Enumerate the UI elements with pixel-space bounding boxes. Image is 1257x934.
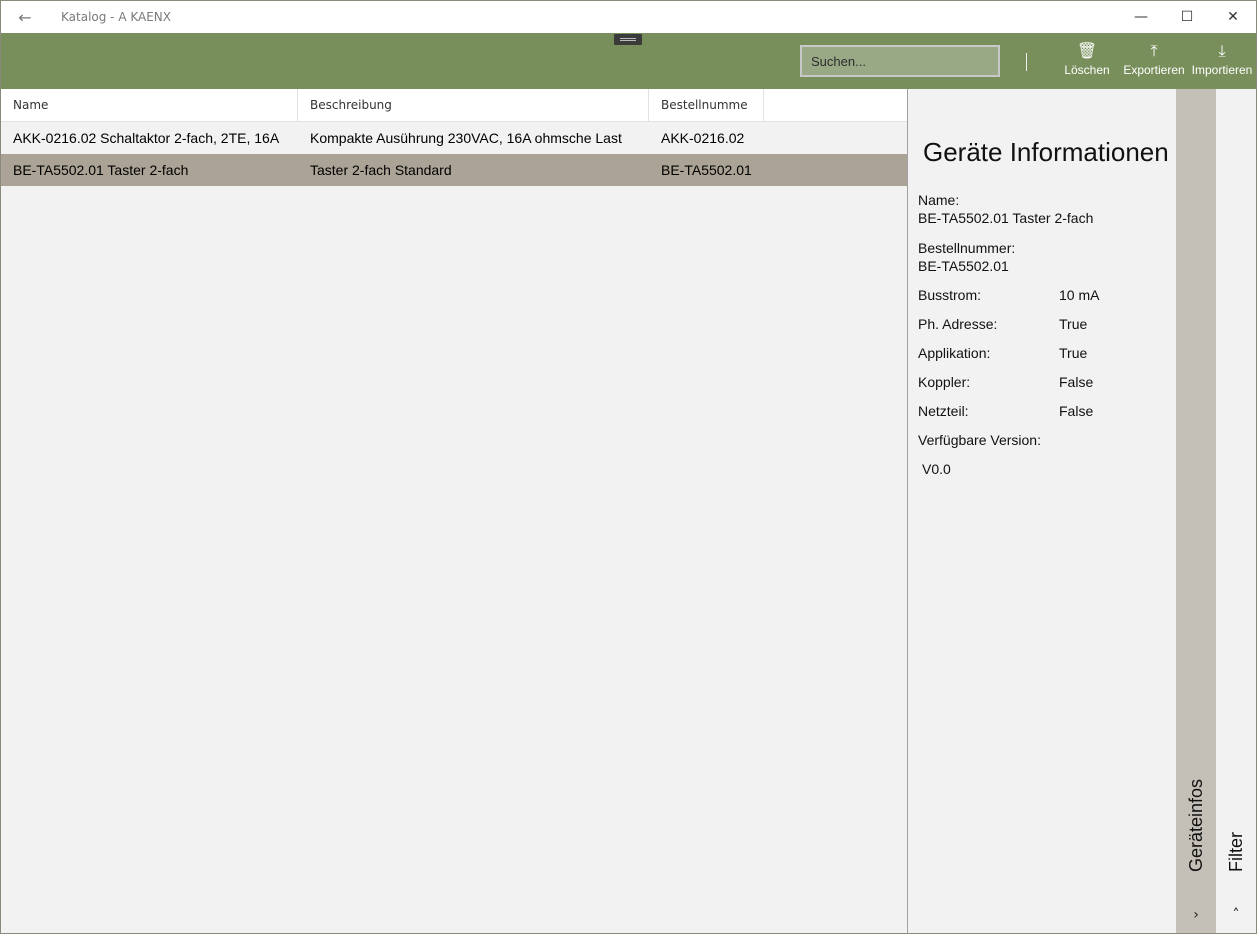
name-value: BE-TA5502.01 Taster 2-fach (918, 210, 1094, 226)
power-supply-label: Netzteil: (918, 403, 969, 419)
cell-name: BE-TA5502.01 Taster 2-fach (13, 162, 189, 178)
tab-device-info-label: Geräteinfos (1186, 778, 1206, 872)
order-number-label: Bestellnummer: (918, 240, 1016, 256)
export-button[interactable]: ⤒ Exportieren (1121, 41, 1187, 85)
cell-description: Kompakte Ausührung 230VAC, 16A ohmsche L… (310, 130, 622, 146)
column-header-name[interactable]: Name (1, 89, 298, 121)
command-bar: 🗑 Löschen ⤒ Exportieren ⤓ Importieren (1, 33, 1256, 89)
import-label: Importieren (1191, 63, 1253, 77)
busstrom-value: 10 mA (1059, 287, 1100, 303)
info-heading: Geräte Informationen (923, 137, 1169, 167)
tab-filter-label: Filter (1226, 832, 1246, 872)
table-row-selected[interactable]: BE-TA5502.01 Taster 2-fach Taster 2-fach… (1, 154, 907, 186)
chevron-up-icon[interactable]: ˄ (1228, 907, 1244, 923)
cell-name: AKK-0216.02 Schaltaktor 2-fach, 2TE, 16A (13, 130, 280, 146)
delete-button[interactable]: 🗑 Löschen (1059, 41, 1115, 85)
back-arrow-icon[interactable]: ← (9, 1, 41, 33)
ph-address-label: Ph. Adresse: (918, 316, 998, 332)
toolbar-separator (1026, 53, 1027, 71)
upload-icon: ⤒ (1150, 43, 1158, 60)
column-header-order-number[interactable]: Bestellnumme (649, 89, 764, 121)
table-row[interactable]: AKK-0216.02 Schaltaktor 2-fach, 2TE, 16A… (1, 122, 907, 154)
cell-description: Taster 2-fach Standard (310, 162, 452, 178)
close-icon[interactable]: ✕ (1210, 1, 1256, 33)
import-button[interactable]: ⤓ Importieren (1189, 41, 1255, 85)
power-supply-value: False (1059, 403, 1094, 419)
column-header-description[interactable]: Beschreibung (298, 89, 649, 121)
tab-device-info[interactable]: Geräteinfos › (1176, 89, 1216, 933)
cell-order-number: BE-TA5502.01 (661, 162, 752, 178)
ph-address-value: True (1059, 316, 1088, 332)
table-header: Name Beschreibung Bestellnumme (1, 89, 907, 122)
coupler-value: False (1059, 374, 1094, 390)
version-label: Verfügbare Version: (918, 432, 1041, 448)
chevron-right-icon[interactable]: › (1188, 907, 1204, 923)
cell-order-number: AKK-0216.02 (661, 130, 745, 146)
order-number-value: BE-TA5502.01 (918, 258, 1009, 274)
application-label: Applikation: (918, 345, 991, 361)
name-label: Name: (918, 192, 960, 208)
maximize-icon[interactable]: ☐ (1164, 1, 1210, 33)
drag-grip-icon[interactable] (614, 34, 642, 45)
title-bar: ← Katalog - A KAENX — ☐ ✕ (1, 1, 1256, 33)
window-title: Katalog - A KAENX (61, 10, 171, 24)
application-value: True (1059, 345, 1088, 361)
busstrom-label: Busstrom: (918, 287, 982, 303)
device-info-panel: Geräte Informationen Name: BE-TA5502.01 … (908, 89, 1176, 933)
tab-filter[interactable]: Filter ˄ (1216, 89, 1256, 933)
delete-label: Löschen (1064, 63, 1110, 77)
app-window: ← Katalog - A KAENX — ☐ ✕ 🗑 Löschen ⤒ Ex… (0, 0, 1257, 934)
trash-icon: 🗑 (1076, 43, 1098, 60)
coupler-label: Koppler: (918, 374, 971, 390)
export-label: Exportieren (1123, 63, 1185, 77)
minimize-icon[interactable]: — (1118, 1, 1164, 33)
download-icon: ⤓ (1218, 43, 1226, 60)
device-table: Name Beschreibung Bestellnumme AKK-0216.… (1, 89, 907, 933)
search-input[interactable] (800, 45, 1000, 77)
version-value: V0.0 (922, 461, 951, 477)
